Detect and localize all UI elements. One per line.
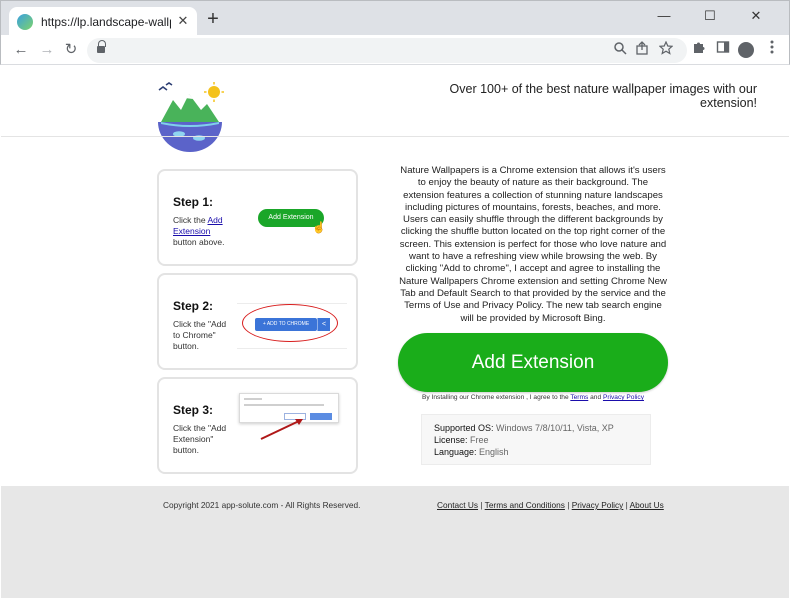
copyright-text: Copyright 2021 app-solute.com - All Righ… (163, 500, 361, 510)
bookmark-star-icon[interactable] (657, 40, 675, 59)
window-close-button[interactable]: ✕ (743, 7, 769, 25)
reload-button[interactable]: ↻ (61, 40, 81, 60)
footer-links: Contact Us | Terms and Conditions | Priv… (437, 500, 664, 510)
side-panel-icon[interactable] (713, 40, 733, 60)
contact-us-link[interactable]: Contact Us (437, 500, 478, 510)
tab-close-icon[interactable]: ✕ (175, 13, 191, 29)
agreement-text: By Installing our Chrome extension , I a… (397, 394, 669, 401)
step-1-desc-after: button above. (173, 237, 225, 247)
page-footer: Copyright 2021 app-solute.com - All Righ… (1, 486, 789, 598)
os-label: Supported OS: (434, 423, 494, 433)
step-1-desc-before: Click the (173, 215, 208, 225)
terms-and-conditions-link[interactable]: Terms and Conditions (485, 500, 565, 510)
step-1-title: Step 1: (173, 195, 214, 209)
tagline: Over 100+ of the best nature wallpaper i… (449, 82, 757, 110)
terms-link[interactable]: Terms (570, 394, 588, 401)
step-2-description: Click the "Add to Chrome" button. (173, 319, 227, 351)
minimize-button[interactable]: — (651, 7, 677, 25)
about-us-link[interactable]: About Us (630, 500, 664, 510)
browser-tab[interactable]: https://lp.landscape-wallpaper.com ✕ (9, 7, 197, 36)
menu-kebab-icon[interactable] (762, 40, 782, 60)
extension-info-box: Supported OS: Windows 7/8/10/11, Vista, … (421, 414, 651, 465)
language-label: Language: (434, 447, 477, 457)
site-logo-icon (155, 76, 225, 154)
step-3-card: Step 3: Click the "Add Extension" button… (157, 377, 358, 474)
license-row: License: Free (434, 434, 638, 446)
tab-title: https://lp.landscape-wallpaper.com (41, 14, 171, 29)
privacy-policy-link[interactable]: Privacy Policy (603, 394, 644, 401)
os-value: Windows 7/8/10/11, Vista, XP (493, 423, 614, 433)
license-value: Free (467, 435, 489, 445)
lock-icon[interactable] (97, 40, 106, 54)
extension-description: Nature Wallpapers is a Chrome extension … (399, 165, 667, 324)
footer-sep: | (564, 500, 572, 510)
step-1-card: Step 1: Click the Add Extension button a… (157, 169, 358, 266)
forward-button[interactable]: → (37, 40, 57, 60)
language-row: Language: English (434, 446, 638, 458)
footer-privacy-policy-link[interactable]: Privacy Policy (572, 500, 624, 510)
step-2-highlight-ellipse (242, 304, 338, 342)
tab-strip: https://lp.landscape-wallpaper.com ✕ + —… (0, 0, 790, 36)
new-tab-button[interactable]: + (203, 9, 223, 30)
profile-avatar-icon[interactable] (738, 42, 754, 58)
step-3-title: Step 3: (173, 403, 214, 417)
extensions-puzzle-icon[interactable] (689, 40, 709, 60)
maximize-button[interactable]: ☐ (697, 7, 723, 25)
share-icon[interactable] (633, 41, 651, 59)
address-bar[interactable] (87, 38, 687, 63)
add-extension-button[interactable]: Add Extension (398, 333, 668, 392)
language-value: English (476, 447, 509, 457)
hand-cursor-icon: ☝ (312, 222, 326, 234)
agreement-prefix: By Installing our Chrome extension , I a… (422, 394, 571, 401)
step-1-description: Click the Add Extension button above. (173, 215, 233, 248)
back-button[interactable]: ← (11, 40, 31, 60)
step-2-title: Step 2: (173, 299, 214, 313)
site-favicon-icon (17, 13, 33, 30)
step-3-description: Click the "Add Extension" button. (173, 423, 227, 455)
zoom-icon[interactable] (611, 41, 629, 59)
agreement-and: and (588, 394, 603, 401)
step-3-dialog-cancel-button (310, 413, 332, 420)
web-page: Over 100+ of the best nature wallpaper i… (1, 66, 789, 598)
supported-os-row: Supported OS: Windows 7/8/10/11, Vista, … (434, 422, 638, 434)
step-2-card: Step 2: Click the "Add to Chrome" button… (157, 273, 358, 370)
browser-toolbar: ← → ↻ (0, 35, 790, 65)
license-label: License: (434, 435, 468, 445)
header-divider (1, 136, 789, 137)
footer-sep: | (478, 500, 485, 510)
red-arrow-icon (260, 419, 303, 440)
